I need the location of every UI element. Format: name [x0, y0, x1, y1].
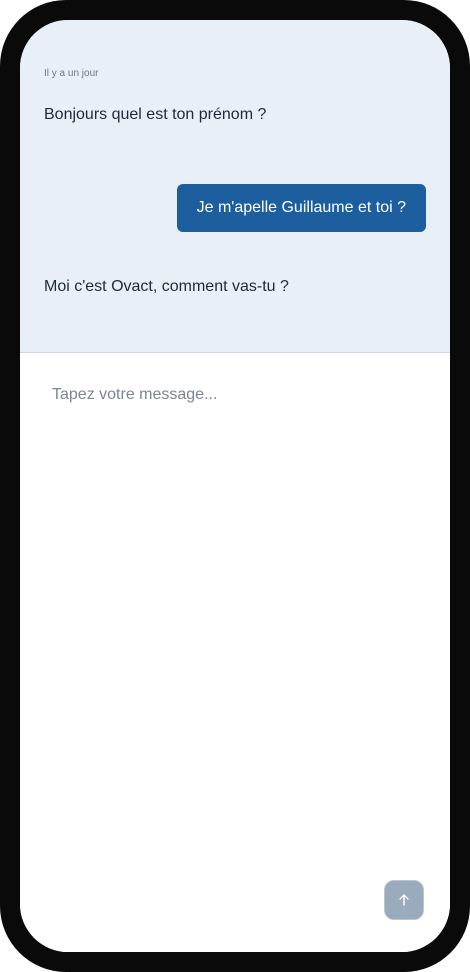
- arrow-up-icon: [397, 893, 411, 907]
- message-composer: [20, 353, 450, 952]
- user-message-bubble: Je m'apelle Guillaume et toi ?: [176, 184, 426, 232]
- message-timestamp: Il y a un jour: [44, 68, 99, 79]
- message-input[interactable]: [44, 375, 424, 415]
- send-button[interactable]: [384, 880, 424, 920]
- phone-frame: Il y a un jour Bonjours quel est ton pré…: [0, 0, 470, 972]
- bot-message: Bonjours quel est ton prénom ?: [44, 106, 267, 123]
- screen: Il y a un jour Bonjours quel est ton pré…: [20, 20, 450, 952]
- chat-history: Il y a un jour Bonjours quel est ton pré…: [20, 20, 450, 353]
- bot-message: Moi c'est Ovact, comment vas-tu ?: [44, 278, 289, 295]
